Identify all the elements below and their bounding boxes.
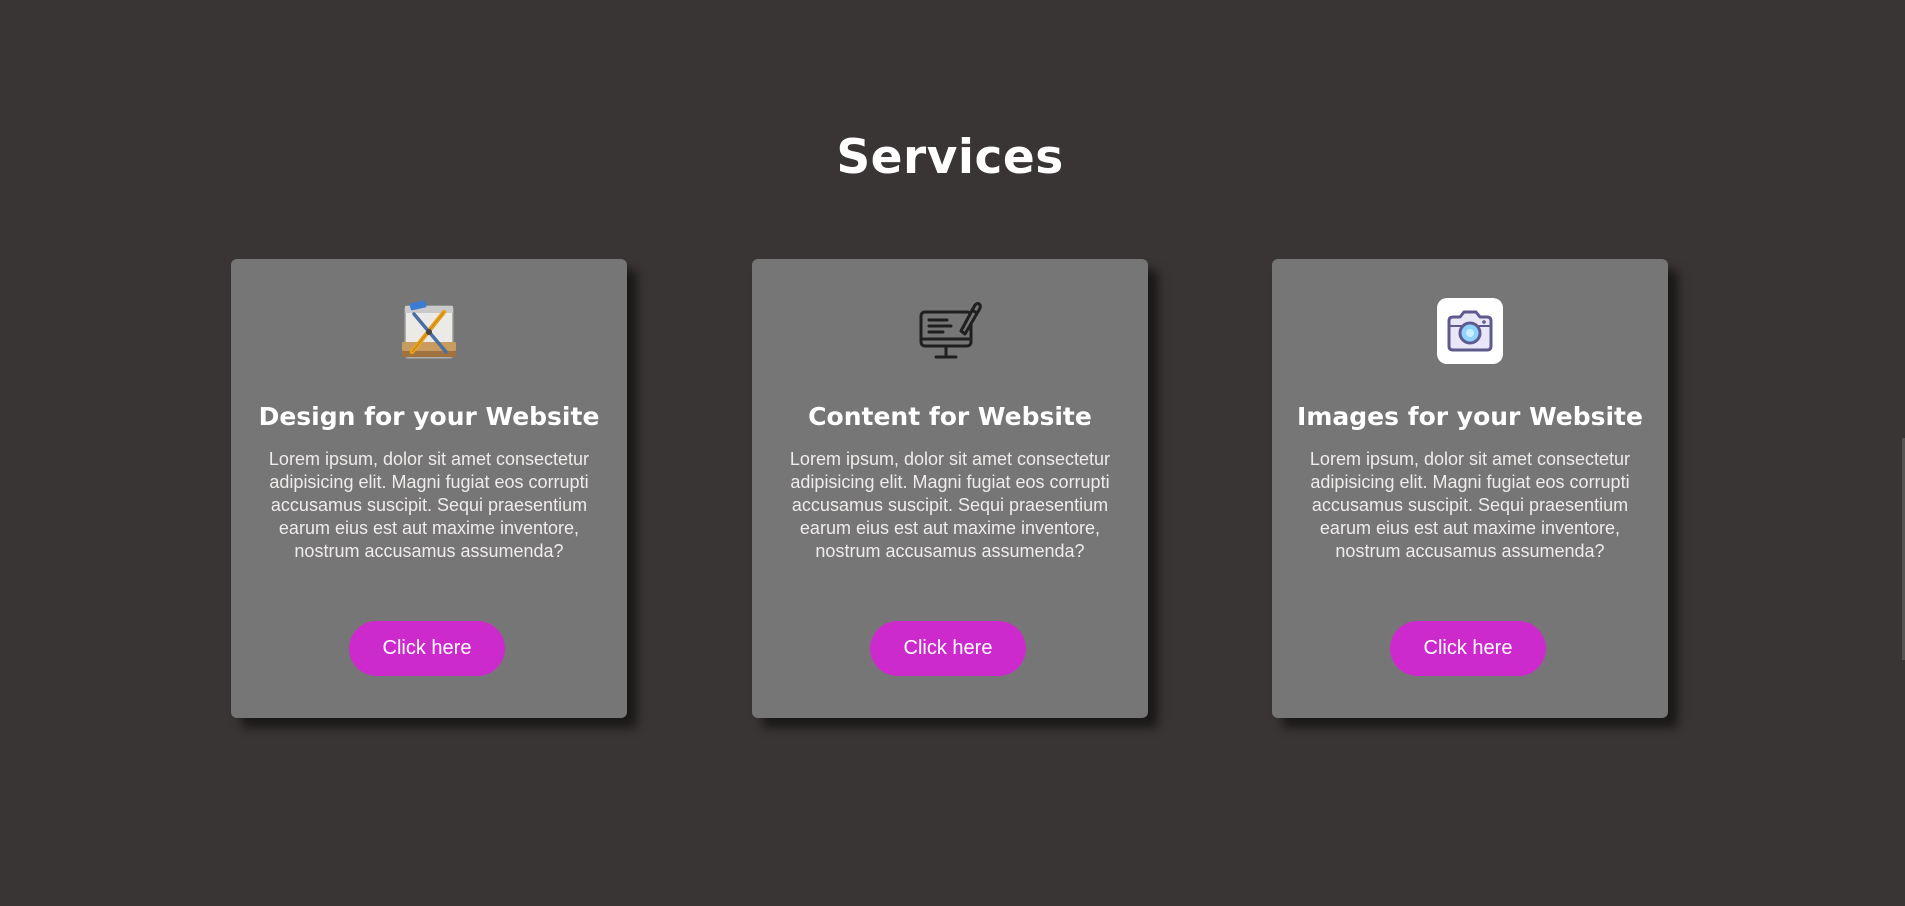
page-title: Services (836, 130, 1064, 185)
click-here-button[interactable]: Click here (870, 621, 1026, 676)
click-here-button[interactable]: Click here (349, 621, 505, 676)
services-section: Services Design for your Website Lorem i… (0, 0, 1905, 906)
card-title: Images for your Website (1297, 402, 1643, 431)
card-description: Lorem ipsum, dolor sit amet consectetur … (1309, 449, 1631, 561)
monitor-pen-icon (917, 298, 983, 364)
service-card-design: Design for your Website Lorem ipsum, dol… (231, 259, 627, 718)
service-card-content: Content for Website Lorem ipsum, dolor s… (752, 259, 1148, 718)
design-tools-icon (396, 298, 462, 364)
card-title: Content for Website (808, 402, 1092, 431)
card-title: Design for your Website (258, 402, 600, 431)
card-description: Lorem ipsum, dolor sit amet consectetur … (789, 449, 1111, 561)
service-card-images: Images for your Website Lorem ipsum, dol… (1272, 259, 1668, 718)
card-description: Lorem ipsum, dolor sit amet consectetur … (268, 449, 590, 561)
click-here-button[interactable]: Click here (1390, 621, 1546, 676)
camera-icon (1437, 298, 1503, 364)
